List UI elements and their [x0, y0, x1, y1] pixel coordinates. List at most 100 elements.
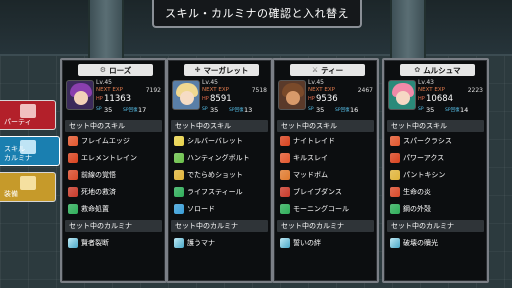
skill-item[interactable]: フレイムエッジ	[66, 134, 164, 148]
skill-name: ライフスティール	[187, 188, 243, 196]
carumina-header: セット中のカルミナ	[277, 220, 374, 232]
carumina-item[interactable]: 破壊の贖光	[388, 236, 486, 250]
skill-item[interactable]: マッドボム	[278, 168, 376, 182]
character-level: Lv.45	[96, 79, 112, 86]
character-level: Lv.45	[308, 79, 324, 86]
skill-item[interactable]: シルバーバレット	[172, 134, 270, 148]
skills-header: セット中のスキル	[387, 120, 484, 132]
side-menu-label: スキル カルミナ	[4, 145, 32, 162]
character-panel[interactable]: ⚙ ローズ Lv.45 NEXT EXP 7192 HP 11363 SP 35 SP回復 17 セッ…	[60, 58, 167, 283]
sp-row: SP 35 SP回復 13	[202, 106, 272, 116]
skills-header: セット中のスキル	[277, 120, 374, 132]
next-exp-value: 2223	[467, 87, 483, 94]
class-icon: ⚔	[311, 66, 319, 74]
next-exp-label: NEXT EXP	[418, 87, 445, 93]
skill-icon	[174, 187, 184, 197]
hp-value: 11363	[104, 94, 132, 104]
skill-item[interactable]: キルスレイ	[278, 151, 376, 165]
skill-item[interactable]: ナイトレイド	[278, 134, 376, 148]
character-portrait	[172, 80, 200, 110]
carumina-item[interactable]: 護うマナ	[172, 236, 270, 250]
skill-name: マッドボム	[293, 171, 328, 179]
character-level: Lv.43	[418, 79, 434, 86]
skill-item[interactable]: 生命の炎	[388, 185, 486, 199]
skill-name: パントキシン	[403, 171, 446, 179]
hp-value: 8591	[210, 94, 232, 104]
skill-name: 救命処置	[81, 205, 109, 213]
skill-item[interactable]: スパークラシス	[388, 134, 486, 148]
character-name-bar: ✚ マーガレット	[184, 64, 259, 76]
character-name-bar: ⚔ ティー	[290, 64, 365, 76]
skill-name: フレイムエッジ	[81, 137, 130, 145]
character-portrait	[278, 80, 306, 110]
skill-item[interactable]: パワーアクス	[388, 151, 486, 165]
carumina-name: 護うマナ	[187, 239, 215, 247]
skill-item[interactable]: パントキシン	[388, 168, 486, 182]
skill-name: キルスレイ	[293, 154, 328, 162]
skill-item[interactable]: 鋼の外殻	[388, 202, 486, 216]
carumina-icon	[68, 238, 78, 248]
skill-icon	[280, 170, 290, 180]
skill-item[interactable]: ライフスティール	[172, 185, 270, 199]
sp-label: SP	[202, 107, 208, 112]
sp-regen-label: SP回復	[123, 108, 138, 113]
sp-row: SP 35 SP回復 17	[96, 106, 166, 116]
skill-item[interactable]: 救命処置	[66, 202, 164, 216]
character-panel[interactable]: ✚ マーガレット Lv.45 NEXT EXP 7518 HP 8591 SP 35 SP回復 13…	[166, 58, 273, 283]
next-exp-value: 2467	[357, 87, 373, 94]
skill-item[interactable]: 前線の覚悟	[66, 168, 164, 182]
side-menu-party[interactable]: パーティ	[0, 100, 56, 130]
skill-icon	[390, 187, 400, 197]
sp-label: SP	[418, 107, 424, 112]
carumina-item[interactable]: 誓いの絆	[278, 236, 376, 250]
next-exp-label: NEXT EXP	[202, 87, 229, 93]
side-menu-equipment[interactable]: 装備	[0, 172, 56, 202]
skill-item[interactable]: ハンティングボルト	[172, 151, 270, 165]
carumina-header: セット中のカルミナ	[171, 220, 268, 232]
skill-icon	[68, 170, 78, 180]
skill-icon	[174, 153, 184, 163]
character-portrait	[66, 80, 94, 110]
character-name: マーガレット	[203, 65, 249, 75]
skill-name: ブレイブダンス	[293, 188, 342, 196]
skill-icon	[174, 204, 184, 214]
skill-item[interactable]: エレメントレイン	[66, 151, 164, 165]
skill-name: 生命の炎	[403, 188, 431, 196]
skills-header: セット中のスキル	[65, 120, 162, 132]
sp-row: SP 35 SP回復 16	[308, 106, 378, 116]
skill-icon	[390, 153, 400, 163]
carumina-item[interactable]: 賢者裂断	[66, 236, 164, 250]
party-icon	[20, 104, 36, 118]
skill-icon	[280, 204, 290, 214]
character-level: Lv.45	[202, 79, 218, 86]
sp-regen-value: 14	[460, 106, 469, 114]
skill-name: でたらめショット	[187, 171, 243, 179]
skills-header: セット中のスキル	[171, 120, 268, 132]
carumina-header: セット中のカルミナ	[65, 220, 162, 232]
skill-name: ソロード	[187, 205, 215, 213]
skill-item[interactable]: ソロード	[172, 202, 270, 216]
hp-value: 10684	[426, 94, 454, 104]
skill-icon	[68, 187, 78, 197]
character-panel[interactable]: ✿ ムルシュマ Lv.43 NEXT EXP 2223 HP 10684 SP 35 SP回復 14…	[382, 58, 489, 283]
carumina-icon	[174, 238, 184, 248]
skill-name: シルバーバレット	[187, 137, 243, 145]
carumina-icon	[280, 238, 290, 248]
skill-name: ハンティングボルト	[187, 154, 250, 162]
character-panel[interactable]: ⚔ ティー Lv.45 NEXT EXP 2467 HP 9536 SP 35 SP回復 16 セット…	[272, 58, 379, 283]
character-name-bar: ⚙ ローズ	[78, 64, 153, 76]
skill-item[interactable]: 死地の救済	[66, 185, 164, 199]
character-name: ローズ	[109, 65, 132, 75]
skill-item[interactable]: モーニングコール	[278, 202, 376, 216]
skill-item[interactable]: ブレイブダンス	[278, 185, 376, 199]
skill-item[interactable]: でたらめショット	[172, 168, 270, 182]
side-menu-skill-carumina[interactable]: スキル カルミナ	[0, 136, 60, 166]
skill-icon	[68, 204, 78, 214]
skill-name: モーニングコール	[293, 205, 349, 213]
hp-value: 9536	[316, 94, 338, 104]
skill-name: スパークラシス	[403, 137, 452, 145]
hp-label: HP	[418, 96, 425, 102]
skill-icon	[68, 153, 78, 163]
sp-regen-value: 13	[244, 106, 253, 114]
skill-icon	[390, 204, 400, 214]
